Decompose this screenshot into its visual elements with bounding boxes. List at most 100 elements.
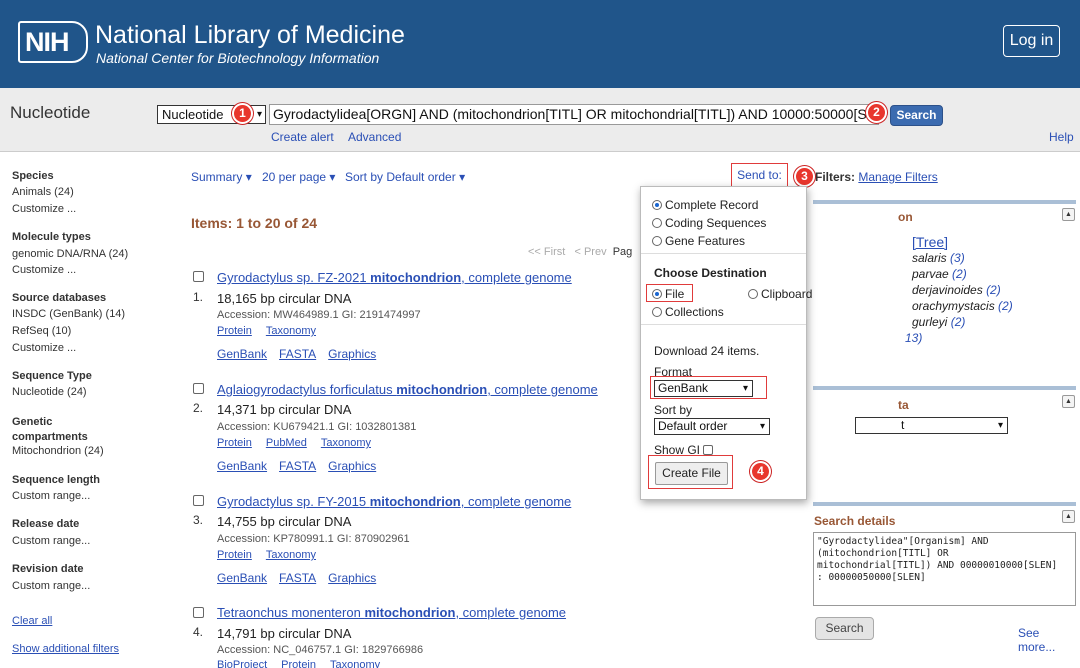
genbank-link[interactable]: GenBank xyxy=(217,459,267,473)
collapse-toggle-icon[interactable]: ▲ xyxy=(1062,510,1075,523)
fasta-link[interactable]: FASTA xyxy=(279,571,316,585)
option-gene-features[interactable]: Gene Features xyxy=(652,234,745,248)
box-divider xyxy=(813,200,1076,204)
radio-icon xyxy=(748,289,758,299)
taxonomy-link[interactable]: Taxonomy xyxy=(321,437,371,449)
filter-item-refseq[interactable]: RefSeq (10) xyxy=(12,325,71,337)
result-title-bold: mitochondrion xyxy=(369,494,461,509)
sort-dropdown[interactable]: Sort by Default order ▾ xyxy=(345,170,465,184)
organism-item[interactable]: derjavinoides (2) xyxy=(912,283,1001,297)
filter-item-insdc[interactable]: INSDC (GenBank) (14) xyxy=(12,308,125,320)
details-search-button[interactable]: Search xyxy=(815,617,874,640)
radio-icon xyxy=(652,236,662,246)
manage-filters-link[interactable]: Manage Filters xyxy=(858,170,937,184)
search-button[interactable]: Search xyxy=(890,105,943,126)
result-title-link[interactable]: Gyrodactylus sp. FY-2015 mitochondrion, … xyxy=(217,494,571,509)
graphics-link[interactable]: Graphics xyxy=(328,347,376,361)
taxonomy-link[interactable]: Taxonomy xyxy=(330,659,380,668)
custom-range-link[interactable]: Custom range... xyxy=(12,580,90,592)
result-checkbox[interactable] xyxy=(193,271,204,282)
pager-first[interactable]: << First xyxy=(528,246,565,258)
show-additional-filters-link[interactable]: Show additional filters xyxy=(12,643,119,655)
highlight-file xyxy=(646,284,693,302)
protein-link[interactable]: Protein xyxy=(281,659,316,668)
option-complete-record[interactable]: Complete Record xyxy=(652,198,758,212)
database-select-value: Nucleotide xyxy=(162,107,224,122)
result-title-part: , complete genome xyxy=(461,270,572,285)
result-title-link[interactable]: Tetraonchus monenteron mitochondrion, co… xyxy=(217,605,566,620)
result-title-part: Tetraonchus monenteron xyxy=(217,605,365,620)
result-checkbox[interactable] xyxy=(193,383,204,394)
box1-title: on xyxy=(898,210,913,224)
customize-link[interactable]: Customize ... xyxy=(12,203,76,215)
organism-item[interactable]: salaris (3) xyxy=(912,251,965,265)
result-checkbox[interactable] xyxy=(193,495,204,506)
organism-item[interactable]: orachymystacis (2) xyxy=(912,299,1013,313)
step-badge-2: 2 xyxy=(866,102,887,123)
send-to-button[interactable]: Send to: xyxy=(731,163,788,188)
filter-item-nucleotide[interactable]: Nucleotide (24) xyxy=(12,386,87,398)
result-title-part: Gyrodactylus sp. FY-2015 xyxy=(217,494,370,509)
box2-select[interactable]: t ▾ xyxy=(855,417,1008,434)
taxonomy-link[interactable]: Taxonomy xyxy=(266,325,316,337)
filter-item-mitochondrion[interactable]: Mitochondrion (24) xyxy=(12,445,104,457)
nih-logo[interactable]: NIH xyxy=(18,21,88,63)
custom-range-link[interactable]: Custom range... xyxy=(12,490,90,502)
show-gi-checkbox[interactable] xyxy=(703,445,714,455)
protein-link[interactable]: Protein xyxy=(217,549,252,561)
org-name[interactable]: National Library of Medicine xyxy=(95,21,405,50)
result-title-link[interactable]: Aglaiogyrodactylus forficulatus mitochon… xyxy=(217,382,598,397)
destination-collections[interactable]: Collections xyxy=(652,305,724,319)
option-coding-sequences[interactable]: Coding Sequences xyxy=(652,216,766,230)
filter-item-animals[interactable]: Animals (24) xyxy=(12,186,74,198)
help-link[interactable]: Help xyxy=(1049,130,1074,144)
tree-link[interactable]: [Tree] xyxy=(912,234,948,250)
fasta-link[interactable]: FASTA xyxy=(279,459,316,473)
collapse-toggle-icon[interactable]: ▲ xyxy=(1062,208,1075,221)
filter-item-genomic[interactable]: genomic DNA/RNA (24) xyxy=(12,248,128,260)
sortby-select[interactable]: Default order ▾ xyxy=(654,418,770,435)
send-to-popup: Complete Record Coding Sequences Gene Fe… xyxy=(640,186,812,500)
pager-prev[interactable]: < Prev xyxy=(574,246,606,258)
box-divider xyxy=(813,502,1076,506)
organism-count: (2) xyxy=(950,315,966,329)
per-page-dropdown-label: 20 per page xyxy=(262,170,327,184)
clear-all-link[interactable]: Clear all xyxy=(12,615,52,627)
organism-item[interactable]: gurleyi (2) xyxy=(912,315,965,329)
graphics-link[interactable]: Graphics xyxy=(328,571,376,585)
result-links: Protein Taxonomy xyxy=(217,325,330,337)
customize-link[interactable]: Customize ... xyxy=(12,342,76,354)
destination-clipboard[interactable]: Clipboard xyxy=(748,287,812,301)
create-alert-link[interactable]: Create alert xyxy=(271,130,334,144)
pubmed-link[interactable]: PubMed xyxy=(266,437,307,449)
customize-link[interactable]: Customize ... xyxy=(12,264,76,276)
download-count-text: Download 24 items. xyxy=(654,344,760,358)
organism-item[interactable]: 13) xyxy=(905,331,922,345)
create-file-button[interactable]: Create File xyxy=(655,462,728,485)
search-details-textarea[interactable]: "Gyrodactylidea"[Organism] AND (mitochon… xyxy=(813,532,1076,606)
collapse-toggle-icon[interactable]: ▲ xyxy=(1062,395,1075,408)
radio-icon xyxy=(652,307,662,317)
genbank-link[interactable]: GenBank xyxy=(217,347,267,361)
see-more-link[interactable]: See more... xyxy=(1018,626,1080,654)
result-title-link[interactable]: Gyrodactylus sp. FZ-2021 mitochondrion, … xyxy=(217,270,572,285)
step-badge-4: 4 xyxy=(750,461,771,482)
organism-item[interactable]: parvae (2) xyxy=(912,267,967,281)
taxonomy-link[interactable]: Taxonomy xyxy=(266,549,316,561)
protein-link[interactable]: Protein xyxy=(217,325,252,337)
search-input[interactable]: Gyrodactylidea[ORGN] AND (mitochondrion[… xyxy=(269,104,879,125)
protein-link[interactable]: Protein xyxy=(217,437,252,449)
bioproject-link[interactable]: BioProject xyxy=(217,659,267,668)
result-checkbox[interactable] xyxy=(193,607,204,618)
box2-title: ta xyxy=(898,398,909,412)
summary-dropdown[interactable]: Summary ▾ xyxy=(191,170,252,184)
result-title-part: , complete genome xyxy=(487,382,598,397)
login-button[interactable]: Log in xyxy=(1003,25,1060,57)
fasta-link[interactable]: FASTA xyxy=(279,347,316,361)
advanced-link[interactable]: Advanced xyxy=(348,130,401,144)
genbank-link[interactable]: GenBank xyxy=(217,571,267,585)
custom-range-link[interactable]: Custom range... xyxy=(12,535,90,547)
graphics-link[interactable]: Graphics xyxy=(328,459,376,473)
organism-count: (2) xyxy=(952,267,967,281)
per-page-dropdown[interactable]: 20 per page ▾ xyxy=(262,170,335,184)
